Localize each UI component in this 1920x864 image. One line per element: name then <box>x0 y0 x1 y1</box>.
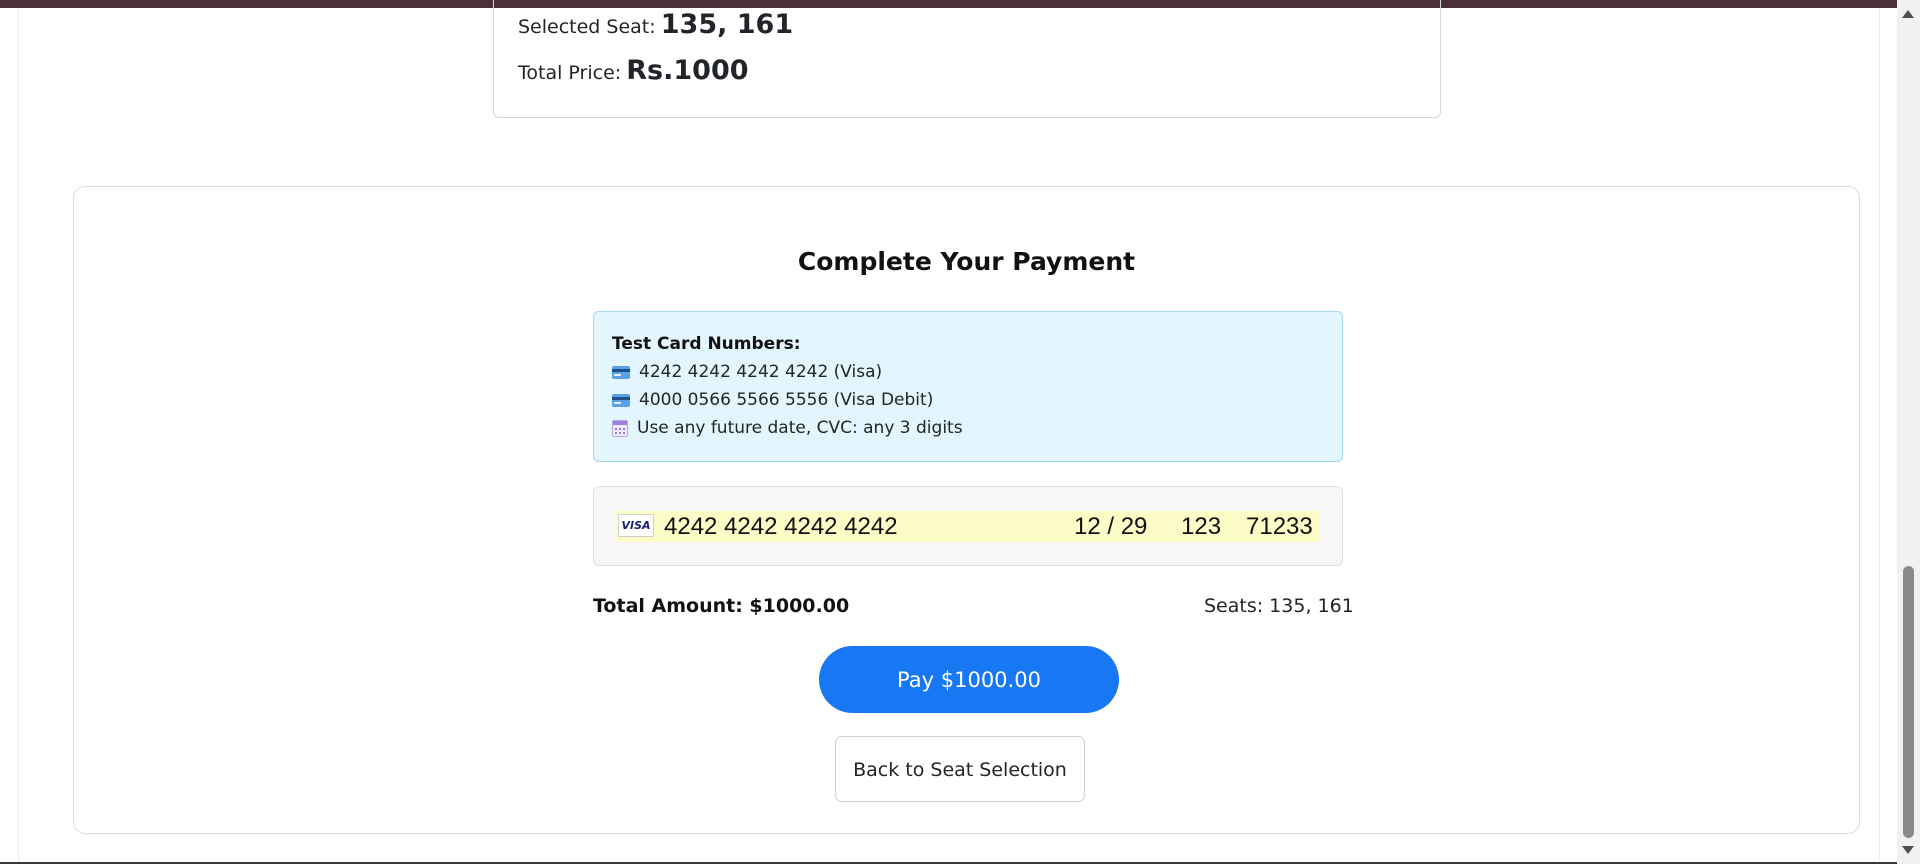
test-card-line-visa-debit: 4000 0566 5566 5556 (Visa Debit) <box>612 390 933 410</box>
credit-card-icon <box>612 393 630 407</box>
seats-info: Seats: 135, 161 <box>1204 595 1354 617</box>
selected-seat-row: Selected Seat: 135, 161 <box>518 9 793 40</box>
visa-brand-icon: VISA <box>618 514 654 537</box>
scrollbar-thumb[interactable] <box>1903 566 1914 838</box>
total-price-value: Rs.1000 <box>626 55 749 86</box>
total-price-label: Total Price: <box>518 62 622 84</box>
card-expiry-field[interactable]: 12 / 29 <box>1074 513 1147 541</box>
pay-button[interactable]: Pay $1000.00 <box>819 646 1119 713</box>
scroll-down-arrow-icon[interactable] <box>1902 846 1914 854</box>
booking-summary-card: Selected Seat: 135, 161 Total Price: Rs.… <box>493 0 1441 118</box>
test-card-text: 4000 0566 5566 5556 (Visa Debit) <box>639 390 934 410</box>
test-card-text: 4242 4242 4242 4242 (Visa) <box>639 362 883 382</box>
payment-title: Complete Your Payment <box>797 247 1136 276</box>
card-zip-field[interactable]: 71233 <box>1246 513 1313 541</box>
credit-card-icon <box>612 365 630 379</box>
back-to-seat-selection-button[interactable]: Back to Seat Selection <box>835 736 1085 802</box>
card-number-field[interactable]: 4242 4242 4242 4242 <box>664 513 898 541</box>
selected-seat-value: 135, 161 <box>660 9 794 40</box>
test-card-info-box: Test Card Numbers: 4242 4242 4242 4242 (… <box>593 311 1343 462</box>
payment-card: Complete Your Payment Test Card Numbers:… <box>73 186 1860 834</box>
card-input-element[interactable]: VISA 4242 4242 4242 4242 12 / 29 123 712… <box>593 486 1343 566</box>
page-content: Selected Seat: 135, 161 Total Price: Rs.… <box>18 0 1880 862</box>
card-autofill-strip: VISA 4242 4242 4242 4242 12 / 29 123 712… <box>616 511 1320 542</box>
selected-seat-label: Selected Seat: <box>518 16 656 38</box>
total-price-row: Total Price: Rs.1000 <box>518 55 749 86</box>
test-card-line-visa: 4242 4242 4242 4242 (Visa) <box>612 362 882 382</box>
calendar-icon <box>612 419 628 437</box>
test-card-text: Use any future date, CVC: any 3 digits <box>637 418 963 438</box>
total-amount: Total Amount: $1000.00 <box>593 595 850 617</box>
test-card-heading: Test Card Numbers: <box>612 334 801 354</box>
test-card-line-date-hint: Use any future date, CVC: any 3 digits <box>612 418 963 438</box>
vertical-scrollbar[interactable] <box>1897 0 1920 864</box>
card-cvc-field[interactable]: 123 <box>1181 513 1221 541</box>
scroll-up-arrow-icon[interactable] <box>1902 10 1914 18</box>
